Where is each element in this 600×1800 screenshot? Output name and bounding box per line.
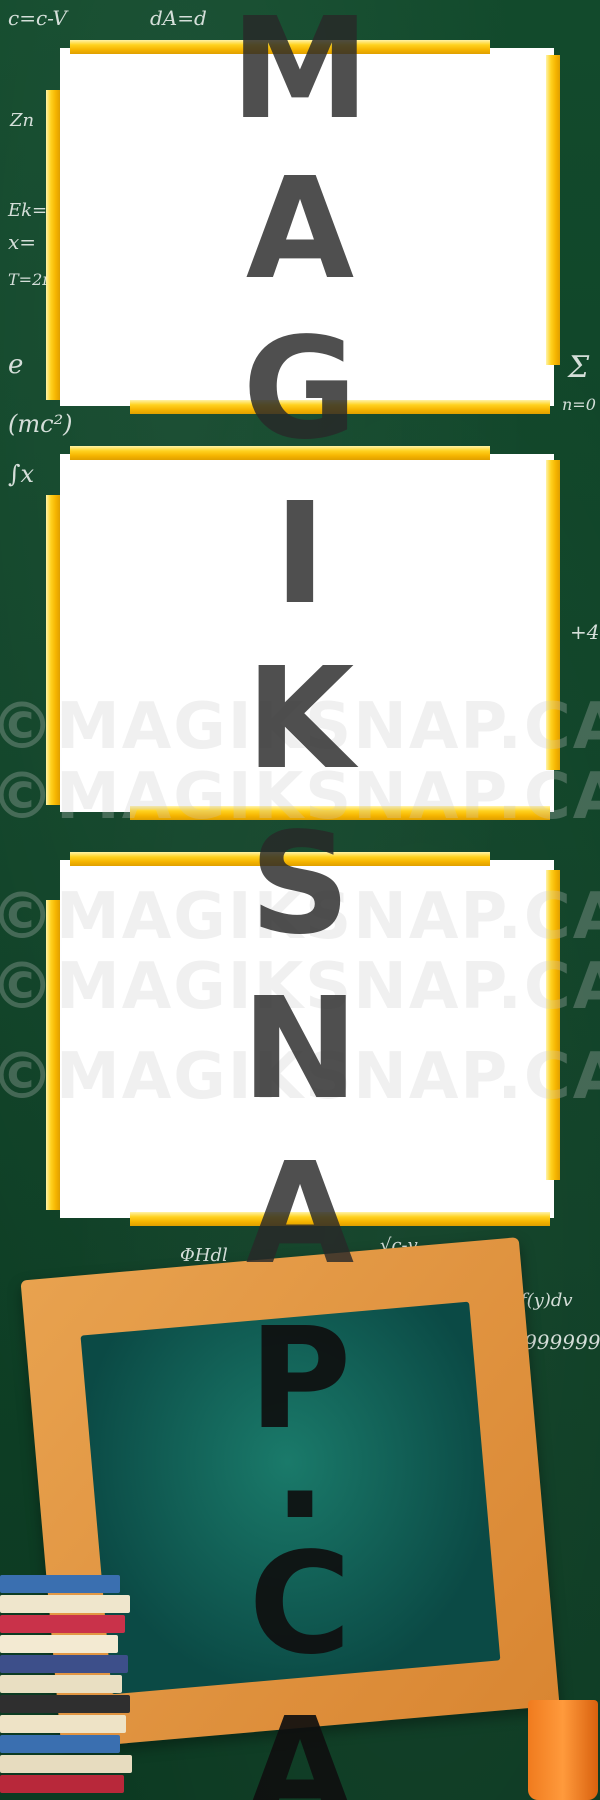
brand-letter: G [242,308,358,471]
brand-letter: M [230,0,370,151]
brand-letter: I [273,473,327,636]
chalk-formula: f(y)dv [520,1290,573,1311]
brand-letter: S [249,803,351,966]
brand-letter: N [241,968,359,1131]
photo-strip-canvas: c=c-V dA=d Zn Ek= x= T=2π e (mc²) ∫x Σ n… [0,0,600,1800]
book-icon [0,1675,122,1693]
chalk-formula: ∫x [8,460,35,488]
brand-letter: A [245,1133,355,1296]
brand-letter: C [248,1523,352,1686]
brand-letter: A [245,1688,355,1800]
brand-letter: . [273,1388,327,1551]
brand-letter: K [245,638,355,801]
brand-letter: A [245,148,355,311]
